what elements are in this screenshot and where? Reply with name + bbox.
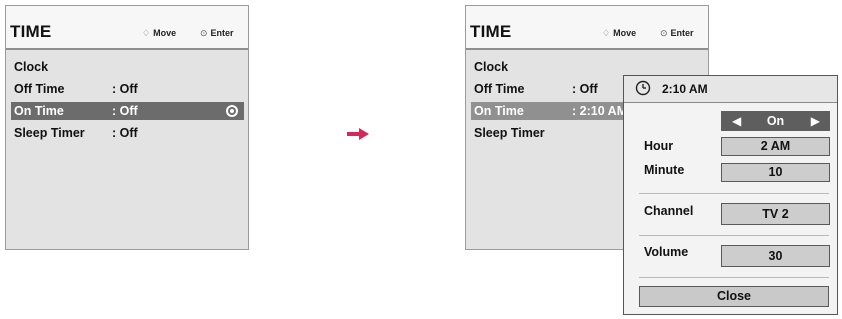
volume-label: Volume [644, 245, 689, 259]
menu-item-label: Off Time [14, 82, 65, 96]
time-menu-before: TIME ♢ Move ⊙ Enter Clock Off Time : Off O… [5, 5, 249, 250]
menu-item-label: On Time [474, 104, 524, 118]
menu-item-value: : Off [572, 82, 598, 96]
menu-item-label: Sleep Timer [474, 126, 545, 140]
menu-title: TIME [470, 22, 512, 41]
move-hint-label: Move [153, 28, 177, 38]
divider [639, 235, 829, 236]
popup-title: 2:10 AM [662, 82, 708, 96]
divider [639, 193, 829, 194]
menu-header: TIME ♢ Move ⊙ Enter [466, 6, 708, 50]
enter-hint: ⊙ Enter [660, 28, 694, 39]
menu-item-label: On Time [14, 104, 64, 118]
menu-item-label: Sleep Timer [14, 126, 85, 140]
channel-field[interactable]: TV 2 [721, 203, 830, 225]
menu-item-label: Clock [474, 60, 509, 74]
menu-item-clock[interactable]: Clock [11, 58, 244, 76]
on-time-popup: 2:10 AM ◀ On ▶ Hour 2 AM Minute 10 Chann… [623, 75, 838, 315]
menu-item-label: Off Time [474, 82, 525, 96]
popup-header: 2:10 AM [624, 76, 837, 103]
hour-field[interactable]: 2 AM [721, 137, 830, 156]
move-icon: ♢ [602, 28, 611, 38]
menu-title: TIME [10, 22, 52, 41]
menu-header: TIME ♢ Move ⊙ Enter [6, 6, 248, 50]
menu-item-on-time[interactable]: On Time : Off [11, 102, 244, 120]
enter-hint: ⊙ Enter [200, 28, 234, 39]
menu-item-label: Clock [14, 60, 49, 74]
right-arrow-icon [347, 128, 369, 140]
enter-icon: ⊙ [200, 28, 208, 38]
enter-icon: ⊙ [660, 28, 668, 38]
minute-label: Minute [644, 163, 685, 177]
volume-field[interactable]: 30 [721, 245, 830, 267]
menu-item-value: : Off [112, 126, 138, 140]
enter-hint-label: Enter [210, 28, 234, 38]
minute-field[interactable]: 10 [721, 163, 830, 182]
right-arrow-icon[interactable]: ▶ [811, 114, 820, 128]
menu-item-value: : 2:10 AM [572, 104, 628, 118]
enter-indicator-icon [226, 105, 238, 117]
move-icon: ♢ [142, 28, 151, 38]
move-hint-label: Move [613, 28, 637, 38]
move-hint: ♢ Move [602, 28, 636, 39]
menu-item-value: : Off [112, 82, 138, 96]
channel-label: Channel [644, 204, 694, 218]
clock-icon [635, 80, 651, 96]
menu-item-clock[interactable]: Clock [471, 58, 704, 76]
menu-item-sleep-timer[interactable]: Sleep Timer : Off [11, 124, 244, 142]
divider [639, 277, 829, 278]
enter-hint-label: Enter [670, 28, 694, 38]
close-button[interactable]: Close [639, 286, 829, 307]
hour-label: Hour [644, 139, 674, 153]
menu-item-off-time[interactable]: Off Time : Off [11, 80, 244, 98]
move-hint: ♢ Move [142, 28, 176, 39]
on-off-selector[interactable]: ◀ On ▶ [721, 111, 830, 131]
menu-item-value: : Off [112, 104, 138, 118]
